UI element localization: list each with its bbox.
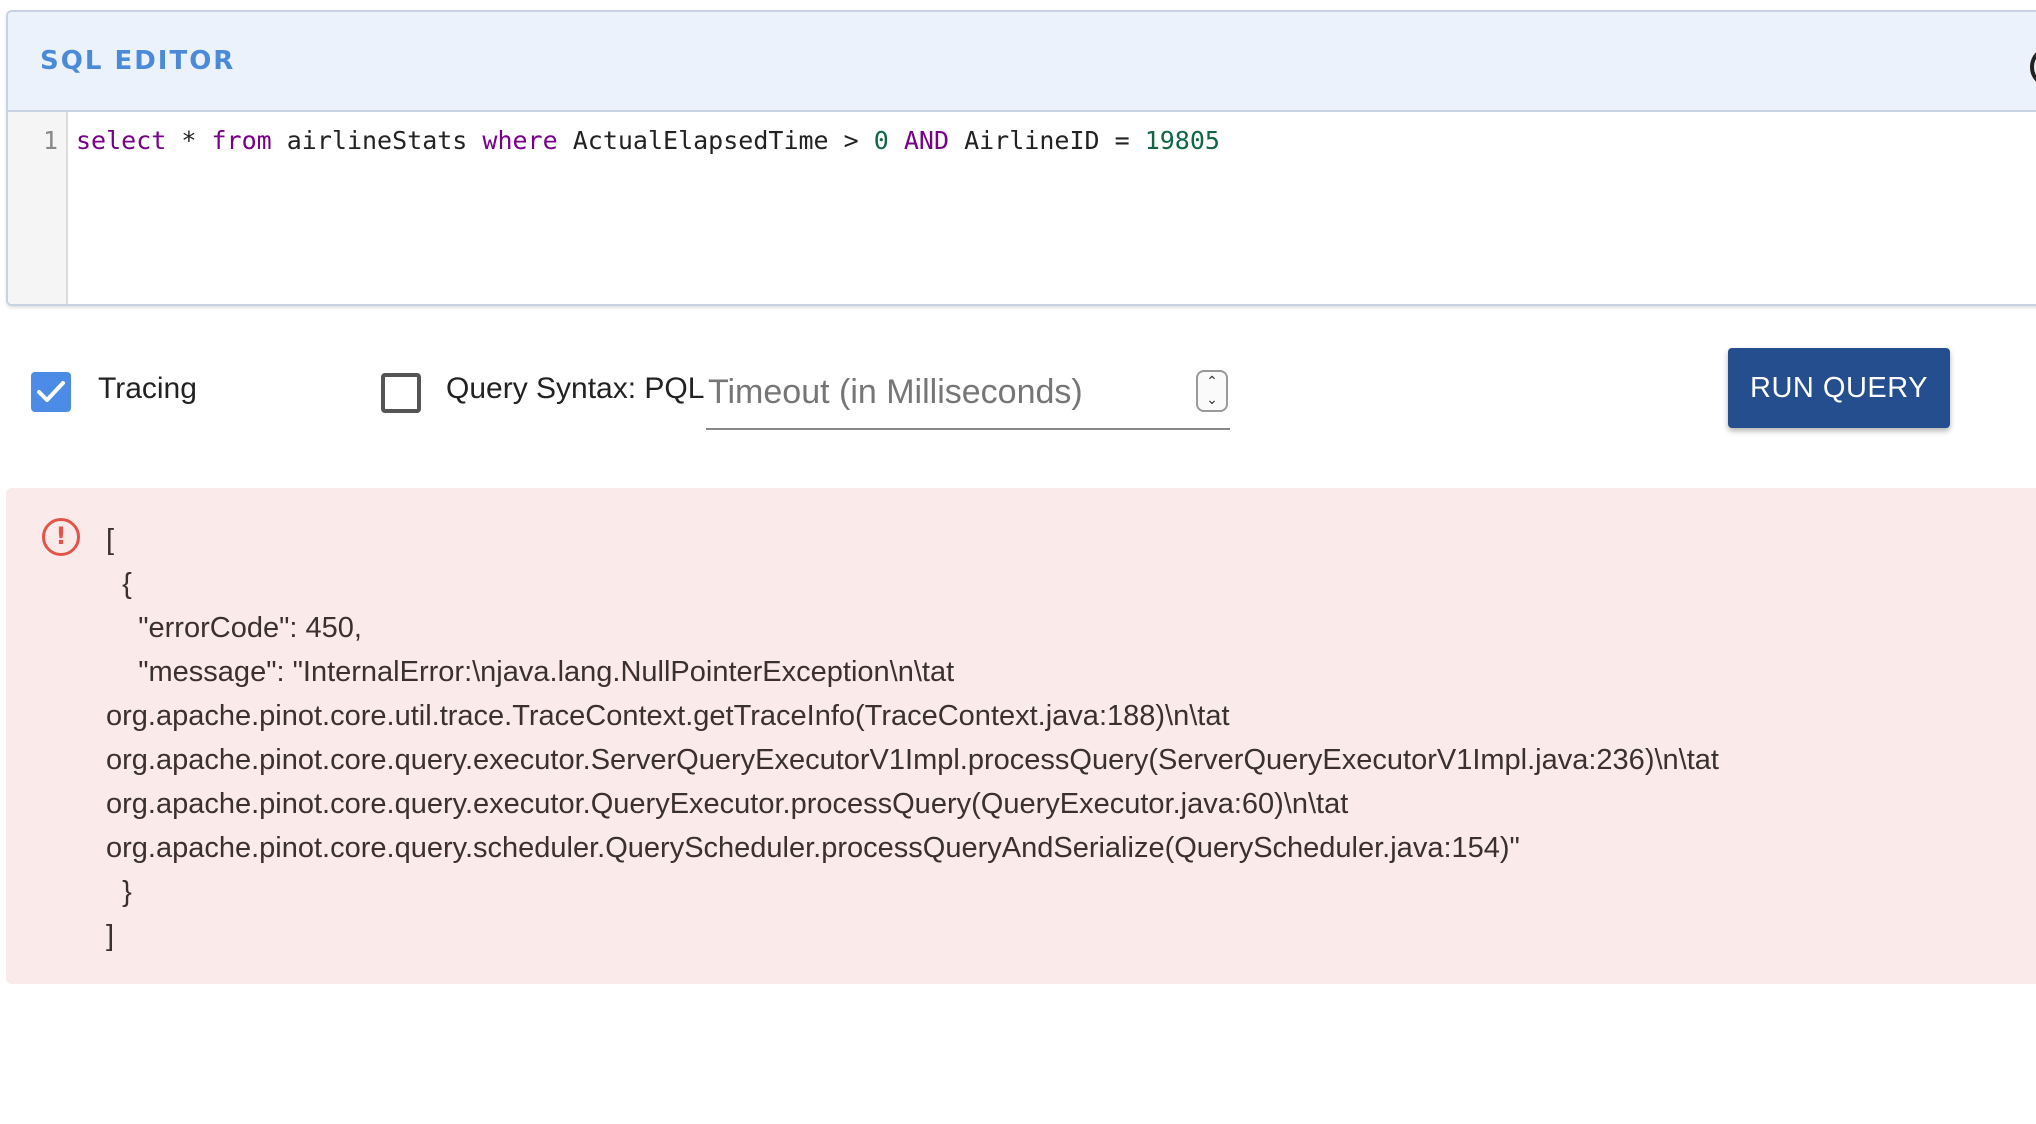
sql-editor-panel: SQL EDITOR 1 select * from airlineStats …: [6, 10, 2036, 306]
query-token: where: [482, 126, 558, 155]
tracing-checkbox[interactable]: [31, 372, 71, 412]
error-message: [ { "errorCode": 450, "message": "Intern…: [106, 518, 1719, 958]
error-line: {: [106, 568, 132, 600]
query-token: AirlineID =: [949, 126, 1145, 155]
run-query-button[interactable]: RUN QUERY: [1728, 348, 1950, 428]
error-alert: ! [ { "errorCode": 450, "message": "Inte…: [6, 488, 2036, 984]
timeout-input[interactable]: [706, 372, 1150, 413]
query-line[interactable]: select * from airlineStats where ActualE…: [68, 112, 1220, 304]
query-token: ActualElapsedTime >: [557, 126, 874, 155]
checkmark-icon: [37, 381, 65, 402]
query-token: from: [211, 126, 272, 155]
sql-editor-header: SQL EDITOR: [8, 12, 2036, 112]
help-icon[interactable]: [2030, 46, 2036, 88]
error-line: org.apache.pinot.core.query.executor.Ser…: [106, 744, 1719, 776]
query-token: AND: [903, 126, 950, 155]
timeout-spinner[interactable]: ⌃ ⌄: [1196, 370, 1228, 412]
query-token: airlineStats: [271, 126, 483, 155]
query-syntax-label: Query Syntax: PQL: [446, 372, 705, 405]
timeout-field: ⌃ ⌄: [706, 360, 1230, 430]
error-line: org.apache.pinot.core.util.trace.TraceCo…: [106, 700, 1230, 732]
error-line: "errorCode": 450,: [106, 612, 362, 644]
query-token: select: [76, 126, 167, 155]
query-token: *: [166, 126, 212, 155]
error-line: org.apache.pinot.core.query.scheduler.Qu…: [106, 832, 1520, 864]
query-controls: Tracing Query Syntax: PQL ⌃ ⌄ RUN QUERY: [0, 340, 2036, 460]
query-token: 0: [873, 126, 889, 155]
chevron-down-icon[interactable]: ⌄: [1198, 390, 1226, 408]
tracing-label: Tracing: [98, 372, 197, 405]
code-editor[interactable]: 1 select * from airlineStats where Actua…: [8, 112, 2036, 304]
line-number: 1: [42, 126, 58, 155]
line-number-gutter: 1: [8, 112, 68, 304]
query-token: [889, 126, 904, 155]
query-token: 19805: [1144, 126, 1220, 155]
error-line: ]: [106, 920, 115, 952]
error-line: [: [106, 524, 115, 556]
sql-editor-title: SQL EDITOR: [40, 46, 236, 76]
error-outline-icon: !: [42, 518, 80, 556]
error-line: "message": "InternalError:\njava.lang.Nu…: [106, 656, 955, 688]
error-line: org.apache.pinot.core.query.executor.Que…: [106, 788, 1349, 820]
query-syntax-checkbox[interactable]: [381, 373, 421, 413]
chevron-up-icon[interactable]: ⌃: [1198, 372, 1226, 390]
error-line: }: [106, 876, 132, 908]
